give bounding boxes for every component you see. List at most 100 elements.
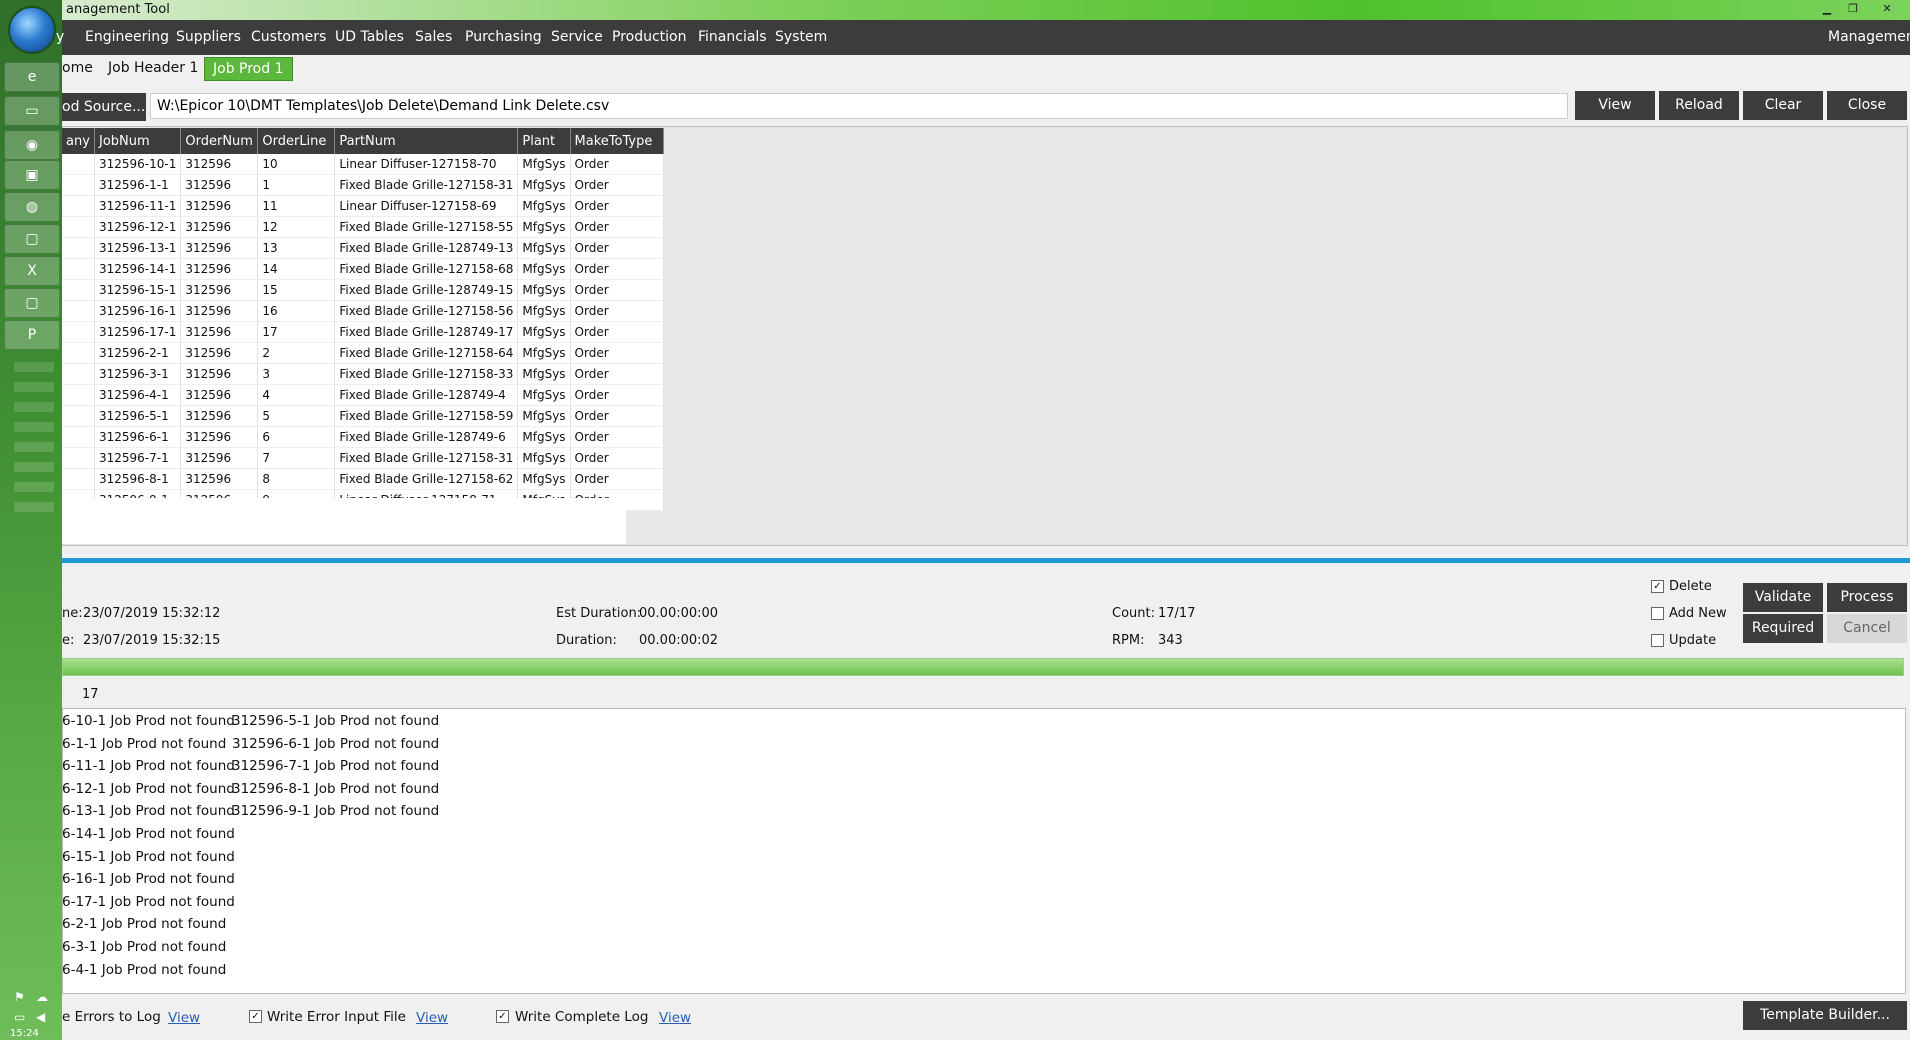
grid-cell[interactable] [62,216,95,238]
grid-cell[interactable] [62,447,95,469]
grid-cell[interactable]: 312596-15-1 [94,279,182,301]
grid-cell[interactable]: Order [570,195,664,217]
grid-cell[interactable]: Order [570,279,664,301]
tab-job-header[interactable]: Job Header 1 [100,57,206,79]
grid-cell[interactable]: Fixed Blade Grille-127158-56 [334,300,519,322]
grid-cell[interactable]: 312596 [180,447,259,469]
grid-cell[interactable]: 5 [257,405,336,427]
grid-cell[interactable]: Order [570,258,664,280]
maximize-icon[interactable]: ❐ [1842,1,1864,17]
grid-cell[interactable]: 14 [257,258,336,280]
grid-cell[interactable]: 4 [257,384,336,406]
grid-cell[interactable]: MfgSys [517,174,571,196]
grid-cell[interactable]: 312596 [180,405,259,427]
view-errors-link[interactable]: View [168,1010,200,1026]
col-maketotype[interactable]: MakeToType [570,128,664,154]
grid-cell[interactable]: MfgSys [517,447,571,469]
table-row[interactable]: 312596-17-1 312596 17 Fixed Blade Grille-12… [62,321,664,343]
grid-cell[interactable]: 312596-8-1 [94,468,182,490]
template-builder-button[interactable]: Template Builder... [1743,1001,1907,1030]
grid-cell[interactable]: Order [570,321,664,343]
validate-button[interactable]: Validate [1743,583,1823,612]
grid-cell[interactable]: 312596-10-1 [94,154,182,175]
grid-cell[interactable] [62,321,95,343]
grid-cell[interactable]: MfgSys [517,468,571,490]
grid-cell[interactable] [62,258,95,280]
grid-cell[interactable]: 312596-11-1 [94,195,182,217]
table-row[interactable]: 312596-10-1 312596 10 Linear Diffuser-12715… [62,154,664,175]
menu-ud-tables[interactable]: UD Tables [335,29,404,45]
grid-cell[interactable] [62,195,95,217]
menu-sales[interactable]: Sales [415,29,452,45]
grid-cell[interactable] [62,300,95,322]
menu-purchasing[interactable]: Purchasing [465,29,542,45]
grid-cell[interactable]: 312596-14-1 [94,258,182,280]
grid-cell[interactable]: Fixed Blade Grille-127158-62 [334,468,519,490]
close-icon[interactable]: ✕ [1876,1,1898,17]
grid-cell[interactable]: 312596 [180,300,259,322]
table-row[interactable]: 312596-16-1 312596 16 Fixed Blade Grille-12… [62,300,664,322]
data-grid[interactable]: any JobNum OrderNum OrderLine PartNum Pl… [62,128,664,511]
load-source-button[interactable]: od Source... [62,93,146,121]
grid-cell[interactable]: Order [570,405,664,427]
write-complete-log-checkbox[interactable]: ✓ [496,1010,509,1023]
table-row[interactable]: 312596-2-1 312596 2 Fixed Blade Grille-1271… [62,342,664,364]
grid-cell[interactable]: Order [570,363,664,385]
minimize-icon[interactable]: ▁ [1816,1,1838,17]
grid-cell[interactable]: 312596 [180,468,259,490]
grid-cell[interactable]: Fixed Blade Grille-127158-64 [334,342,519,364]
chrome-icon[interactable]: ◉ [4,130,60,160]
grid-cell[interactable]: Fixed Blade Grille-128749-13 [334,237,519,259]
grid-cell[interactable]: 13 [257,237,336,259]
grid-cell[interactable]: 2 [257,342,336,364]
view-complete-log-link[interactable]: View [659,1010,691,1026]
grid-cell[interactable]: 312596 [180,384,259,406]
grid-cell[interactable]: 312596-17-1 [94,321,182,343]
table-row[interactable]: 312596-4-1 312596 4 Fixed Blade Grille-1287… [62,384,664,406]
write-error-input-checkbox[interactable]: ✓ [249,1010,262,1023]
required-button[interactable]: Required [1743,614,1823,643]
menu-service[interactable]: Service [551,29,603,45]
grid-cell[interactable] [62,174,95,196]
grid-cell[interactable]: 312596-12-1 [94,216,182,238]
cloud-icon[interactable]: ☁ [36,990,48,1004]
grid-cell[interactable]: 15 [257,279,336,301]
grid-cell[interactable]: Fixed Blade Grille-127158-68 [334,258,519,280]
menu-management[interactable]: Management [1828,29,1910,45]
menu-suppliers[interactable]: Suppliers [176,29,241,45]
app-icon[interactable]: ▣ [4,160,60,190]
process-button[interactable]: Process [1827,583,1907,612]
table-row[interactable]: 312596-13-1 312596 13 Fixed Blade Grille-12… [62,237,664,259]
col-jobnum[interactable]: JobNum [94,128,182,154]
col-company[interactable]: any [62,128,95,154]
grid-cell[interactable]: 312596 [180,363,259,385]
grid-cell[interactable]: Order [570,426,664,448]
grid-cell[interactable]: Fixed Blade Grille-127158-31 [334,447,519,469]
grid-cell[interactable]: Order [570,447,664,469]
tray-clock[interactable]: 15:24 [10,1028,39,1039]
grid-cell[interactable]: 312596 [180,174,259,196]
table-row[interactable]: 312596-15-1 312596 15 Fixed Blade Grille-12… [62,279,664,301]
grid-cell[interactable]: MfgSys [517,363,571,385]
grid-cell[interactable]: 312596-7-1 [94,447,182,469]
app-icon[interactable]: P [4,320,60,350]
ie-icon[interactable]: e [4,62,60,92]
grid-cell[interactable]: 7 [257,447,336,469]
grid-cell[interactable]: 10 [257,154,336,175]
menu-customers[interactable]: Customers [251,29,326,45]
grid-cell[interactable]: Order [570,154,664,175]
epicor-icon[interactable]: ▢ [4,288,60,318]
grid-cell[interactable] [62,154,95,175]
grid-cell[interactable]: 312596-2-1 [94,342,182,364]
close-button[interactable]: Close [1827,91,1907,120]
table-row[interactable]: 312596-14-1 312596 14 Fixed Blade Grille-12… [62,258,664,280]
grid-cell[interactable]: Order [570,174,664,196]
table-row[interactable]: 312596-7-1 312596 7 Fixed Blade Grille-1271… [62,447,664,469]
reload-button[interactable]: Reload [1659,91,1739,120]
grid-cell[interactable]: Fixed Blade Grille-127158-33 [334,363,519,385]
grid-cell[interactable]: Order [570,468,664,490]
update-checkbox[interactable] [1651,634,1664,647]
cancel-button[interactable]: Cancel [1827,614,1907,643]
tab-home[interactable]: ome [54,57,101,79]
grid-cell[interactable]: Fixed Blade Grille-127158-31 [334,174,519,196]
